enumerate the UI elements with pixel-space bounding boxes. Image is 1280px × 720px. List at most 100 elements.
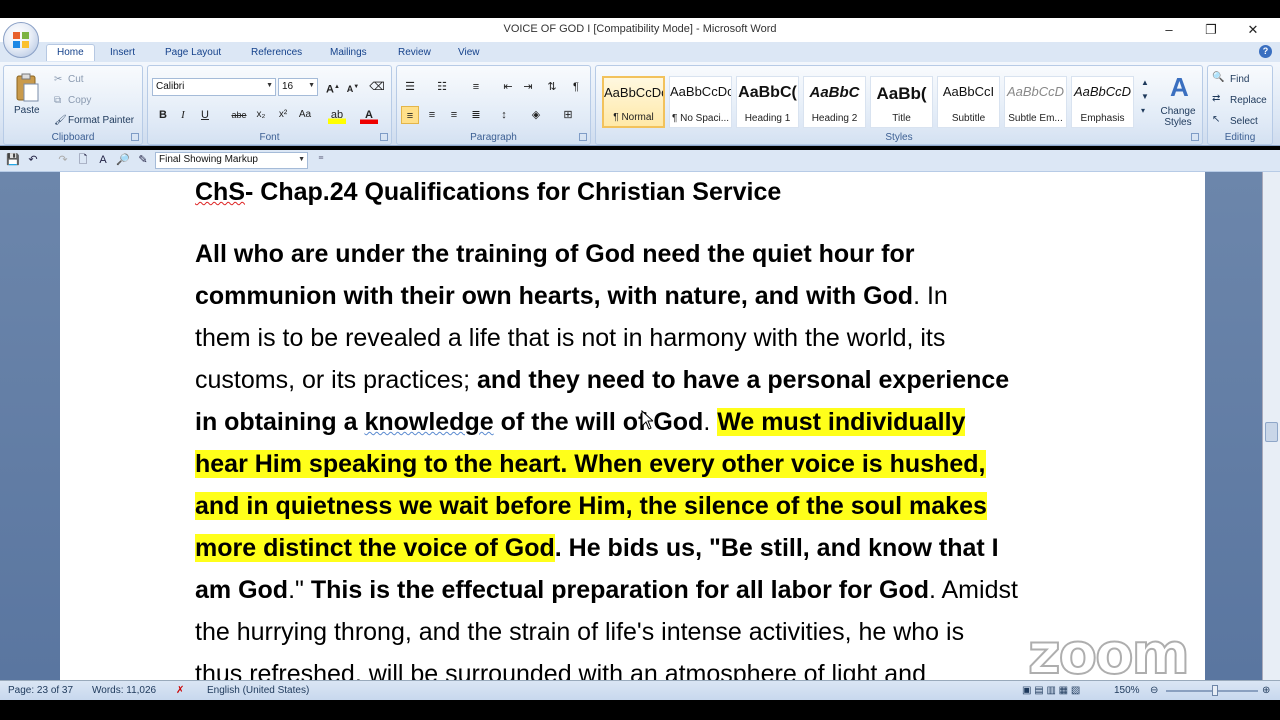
font-launcher-icon[interactable] bbox=[380, 133, 388, 141]
align-center-icon[interactable]: ≡ bbox=[423, 106, 441, 124]
change-styles-button[interactable]: Change Styles bbox=[1158, 106, 1198, 128]
tab-home[interactable]: Home bbox=[46, 44, 95, 61]
sort-icon[interactable]: ⇅ bbox=[543, 78, 561, 96]
close-button[interactable]: ✕ bbox=[1238, 20, 1268, 40]
tab-view[interactable]: View bbox=[458, 45, 480, 62]
vertical-scrollbar[interactable] bbox=[1262, 172, 1280, 680]
increase-indent-icon[interactable]: ⇥ bbox=[519, 78, 537, 96]
redo-icon[interactable]: ↷ bbox=[56, 153, 70, 167]
zoom-in-icon[interactable]: ⊕ bbox=[1262, 685, 1270, 696]
bullets-icon[interactable]: ☰ bbox=[401, 78, 419, 96]
style-title[interactable]: AaBb(Title bbox=[870, 76, 933, 128]
select-button[interactable]: Select bbox=[1230, 116, 1258, 127]
clipboard-launcher-icon[interactable] bbox=[131, 133, 139, 141]
italic-button[interactable]: I bbox=[174, 106, 192, 124]
markup-select[interactable]: Final Showing Markup ▼ bbox=[155, 152, 308, 169]
help-icon[interactable]: ? bbox=[1259, 45, 1272, 58]
numbering-icon[interactable]: ☷ bbox=[433, 78, 451, 96]
text-line: in obtaining a knowledge of the will of … bbox=[195, 404, 966, 440]
new-document-icon[interactable]: 🗋 bbox=[76, 153, 90, 167]
highlight-color-icon[interactable]: ab bbox=[328, 106, 346, 124]
style-no-spacing[interactable]: AaBbCcDc ¶ No Spaci... bbox=[669, 76, 732, 128]
grow-font-icon[interactable]: A▲ bbox=[324, 78, 342, 96]
strikethrough-button[interactable]: abe bbox=[230, 106, 248, 124]
customize-qat-icon[interactable]: ⁼ bbox=[314, 153, 328, 167]
markup-select-value: Final Showing Markup bbox=[159, 154, 258, 165]
replace-button[interactable]: Replace bbox=[1230, 95, 1267, 106]
multilevel-list-icon[interactable]: ≡ bbox=[467, 78, 485, 96]
underline-button[interactable]: U bbox=[196, 106, 214, 124]
shading-icon[interactable]: ◈ bbox=[527, 106, 545, 124]
tab-insert[interactable]: Insert bbox=[110, 45, 135, 62]
print-preview-icon[interactable]: 🔎 bbox=[116, 153, 130, 167]
zoom-level[interactable]: 150% bbox=[1114, 685, 1140, 696]
align-right-icon[interactable]: ≡ bbox=[445, 106, 463, 124]
superscript-button[interactable]: x² bbox=[274, 106, 292, 124]
style-name: Emphasis bbox=[1080, 113, 1125, 124]
chevron-down-icon: ▼ bbox=[298, 156, 305, 163]
change-case-button[interactable]: Aa bbox=[296, 106, 314, 124]
font-size-combo[interactable]: 16 ▼ bbox=[278, 78, 318, 96]
restore-button[interactable]: ❐ bbox=[1196, 20, 1226, 40]
bold-button[interactable]: B bbox=[154, 106, 172, 124]
tab-page-layout[interactable]: Page Layout bbox=[165, 45, 221, 62]
style-emphasis[interactable]: AaBbCcD Emphasis bbox=[1071, 76, 1134, 128]
style-heading-1[interactable]: AaBbC(Heading 1 bbox=[736, 76, 799, 128]
chevron-down-icon: ▼ bbox=[266, 82, 273, 89]
text-run: hear Him speaking to the heart. When eve… bbox=[195, 450, 986, 478]
track-changes-icon[interactable]: ✎ bbox=[136, 153, 150, 167]
text-run: All who are under the training of God ne… bbox=[195, 240, 915, 268]
show-formatting-icon[interactable]: ¶ bbox=[567, 78, 585, 96]
clear-formatting-icon[interactable]: ⌫ bbox=[368, 78, 386, 96]
style-name: ¶ Normal bbox=[613, 112, 654, 123]
heading-prefix: ChS bbox=[195, 178, 245, 206]
copy-button[interactable]: Copy bbox=[68, 95, 91, 106]
zoom-slider-thumb[interactable] bbox=[1212, 685, 1218, 696]
decrease-indent-icon[interactable]: ⇤ bbox=[499, 78, 517, 96]
view-buttons-icon[interactable]: ▣ ▤ ▥ ▦ ▧ bbox=[1022, 685, 1080, 696]
paste-button[interactable]: Paste bbox=[14, 105, 40, 116]
find-button[interactable]: Find bbox=[1230, 74, 1249, 85]
style-preview: AaBbCcD bbox=[1073, 84, 1132, 99]
text-run: more distinct the voice of God bbox=[195, 534, 555, 562]
subscript-button[interactable]: x₂ bbox=[252, 106, 270, 124]
format-painter-button[interactable]: Format Painter bbox=[68, 115, 134, 126]
align-left-icon[interactable]: ≡ bbox=[401, 106, 419, 124]
language-status[interactable]: English (United States) bbox=[207, 685, 309, 696]
tab-references[interactable]: References bbox=[251, 45, 302, 62]
styles-launcher-icon[interactable] bbox=[1191, 133, 1199, 141]
text-line: them is to be revealed a life that is no… bbox=[195, 320, 945, 356]
undo-icon[interactable]: ↶ bbox=[26, 153, 40, 167]
scrollbar-thumb[interactable] bbox=[1265, 422, 1278, 442]
spelling-icon[interactable]: A bbox=[96, 153, 110, 167]
text-run: We must individually bbox=[717, 408, 966, 436]
zoom-out-icon[interactable]: ⊖ bbox=[1150, 685, 1158, 696]
shrink-font-icon[interactable]: A▼ bbox=[344, 78, 362, 96]
document-page[interactable]: ChS- Chap.24 Qualifications for Christia… bbox=[60, 172, 1205, 680]
styles-scroll-icon[interactable]: ▲ ▼ ▾ bbox=[1141, 76, 1149, 118]
font-color-icon[interactable]: A bbox=[360, 106, 378, 124]
page-count[interactable]: Page: 23 of 37 bbox=[8, 685, 73, 696]
style-subtle-emphasis[interactable]: AaBbCcD Subtle Em... bbox=[1004, 76, 1067, 128]
justify-icon[interactable]: ≣ bbox=[467, 106, 485, 124]
style-normal[interactable]: AaBbCcDc ¶ Normal bbox=[602, 76, 665, 128]
tab-mailings[interactable]: Mailings bbox=[330, 45, 367, 62]
cut-button[interactable]: Cut bbox=[68, 74, 84, 85]
style-name: ¶ No Spaci... bbox=[671, 113, 730, 124]
minimize-button[interactable]: – bbox=[1154, 20, 1184, 40]
word-count[interactable]: Words: 11,026 bbox=[92, 685, 156, 696]
text-run: . He bids us, "Be still, and know that I bbox=[554, 534, 999, 562]
window-title: VOICE OF GOD I [Compatibility Mode] - Mi… bbox=[503, 23, 777, 35]
paragraph-launcher-icon[interactable] bbox=[579, 133, 587, 141]
line-spacing-icon[interactable]: ↕ bbox=[495, 106, 513, 124]
proofing-icon[interactable]: ✗ bbox=[176, 685, 184, 696]
save-icon[interactable]: 💾 bbox=[6, 153, 20, 167]
change-styles-icon: A bbox=[1170, 72, 1189, 102]
style-subtitle[interactable]: AaBbCcI Subtitle bbox=[937, 76, 1000, 128]
style-preview: AaBbCcI bbox=[942, 84, 995, 99]
font-name-combo[interactable]: Calibri ▼ bbox=[152, 78, 276, 96]
tab-review[interactable]: Review bbox=[398, 45, 431, 62]
borders-icon[interactable]: ⊞ bbox=[559, 106, 577, 124]
style-heading-2[interactable]: AaBbC Heading 2 bbox=[803, 76, 866, 128]
office-button[interactable] bbox=[3, 22, 39, 58]
